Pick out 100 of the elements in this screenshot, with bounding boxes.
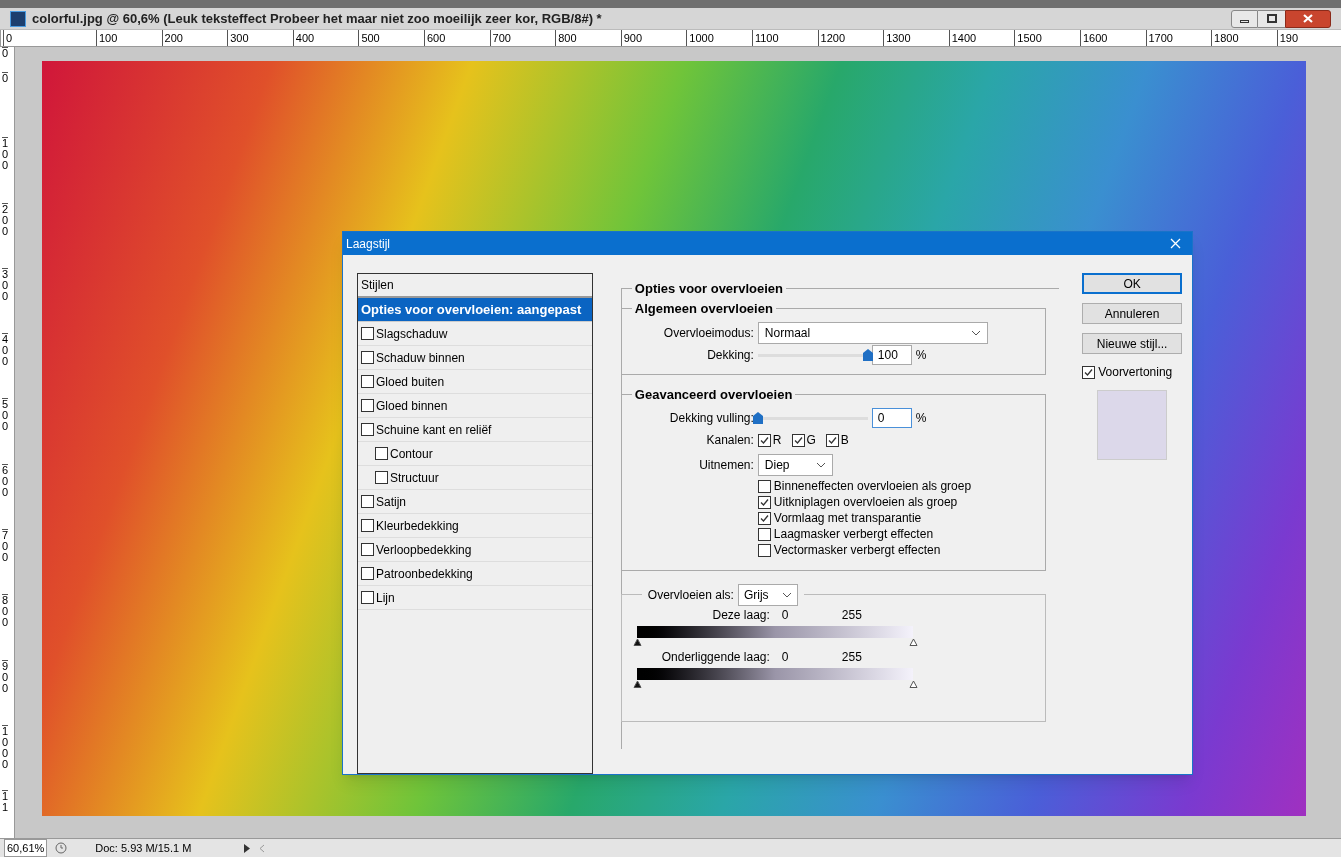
range-label: Deze laag: — [711, 606, 771, 624]
ruler-label: 100 — [2, 137, 9, 203]
ruler-label: 200 — [161, 30, 228, 46]
ruler-label: 700 — [489, 30, 556, 46]
ruler-label: 600 — [2, 463, 9, 530]
style-list-item[interactable]: Schuine kant en reliëf — [358, 418, 592, 442]
ruler-label: 500 — [358, 30, 424, 46]
checkbox[interactable] — [361, 327, 374, 340]
checkbox[interactable] — [361, 375, 374, 388]
dialog-button[interactable]: Nieuwe stijl... — [1082, 333, 1182, 354]
checkbox[interactable] — [757, 511, 771, 525]
checkbox[interactable] — [757, 495, 771, 509]
ruler-label: 200 — [2, 202, 9, 268]
checkbox[interactable] — [375, 471, 388, 484]
unit-label: % — [915, 347, 927, 364]
style-list-item[interactable]: Gloed binnen — [358, 394, 592, 418]
ruler-label: 1600 — [1079, 30, 1146, 46]
range-high-value: 255 — [841, 648, 862, 666]
checkbox[interactable] — [825, 433, 839, 447]
close-button[interactable] — [1285, 9, 1331, 28]
range-thumb[interactable] — [908, 637, 918, 646]
ruler-label: 400 — [2, 333, 9, 399]
knockout-dropdown[interactable]: Diep — [757, 454, 833, 476]
ruler-label: 1700 — [1145, 30, 1212, 46]
checkbox[interactable] — [361, 567, 374, 580]
checkbox[interactable] — [361, 495, 374, 508]
ruler-label: 800 — [2, 594, 9, 660]
range-thumb[interactable] — [908, 679, 918, 688]
unit-label: % — [915, 410, 927, 427]
close-icon[interactable] — [1170, 238, 1181, 249]
ruler-label: 1500 — [1014, 30, 1080, 46]
channel-label: G — [806, 432, 816, 449]
field-label: Overvloeien als: — [647, 586, 734, 604]
dialog-button[interactable]: OK — [1082, 273, 1182, 294]
style-list-item[interactable]: Patroonbedekking — [358, 562, 592, 586]
style-list-item[interactable]: Opties voor overvloeien: aangepast — [358, 298, 592, 322]
document-size: Doc: 5.93 M/15.1 M — [95, 840, 193, 856]
chevron-down-icon — [970, 330, 981, 336]
style-list-item[interactable]: Slagschaduw — [358, 322, 592, 346]
checkbox[interactable] — [361, 519, 374, 532]
style-list-item[interactable]: Gloed buiten — [358, 370, 592, 394]
range-thumb[interactable] — [632, 679, 642, 688]
maximize-button[interactable] — [1258, 9, 1285, 28]
ruler-label: 500 — [2, 398, 9, 464]
ruler-label: 190 — [1276, 30, 1341, 46]
dialog-title: Laagstijl — [346, 235, 391, 253]
checkbox[interactable] — [791, 433, 805, 447]
ruler-label: 0 — [3, 30, 96, 46]
blend-if-dropdown[interactable]: Grijs — [737, 583, 798, 606]
checkbox[interactable] — [361, 591, 374, 604]
ruler-label: 300 — [227, 30, 293, 46]
checkbox[interactable] — [361, 543, 374, 556]
style-list-item[interactable]: Structuur — [358, 466, 592, 490]
group-title: Geavanceerd overvloeien — [633, 385, 794, 404]
preview-label: Voorvertoning — [1098, 364, 1173, 381]
checkbox[interactable] — [361, 399, 374, 412]
option-label: Vectormasker verbergt effecten — [773, 542, 941, 559]
range-low-value: 0 — [780, 648, 790, 666]
blend-mode-dropdown[interactable]: Normaal — [757, 322, 988, 344]
checkbox[interactable] — [361, 423, 374, 436]
field-label: Dekking: — [706, 347, 754, 364]
preview-swatch — [1097, 390, 1168, 460]
ruler-label: 1300 — [883, 30, 949, 46]
style-list-item[interactable]: Schaduw binnen — [358, 346, 592, 370]
play-icon[interactable] — [243, 843, 252, 853]
range-label: Onderliggende laag: — [660, 648, 771, 666]
checkbox[interactable] — [1082, 365, 1096, 379]
style-list-item[interactable]: Satijn — [358, 490, 592, 514]
field-label: Uitnemen: — [698, 457, 754, 474]
ruler-label: 0 — [2, 47, 9, 72]
checkbox[interactable] — [757, 527, 771, 541]
option-label: Uitkniplagen overvloeien als groep — [773, 494, 958, 511]
slider-thumb[interactable] — [862, 349, 873, 361]
dialog-button[interactable]: Annuleren — [1082, 303, 1182, 324]
ruler-label: 300 — [2, 267, 9, 334]
minimize-button[interactable] — [1231, 9, 1258, 28]
group-title: Opties voor overvloeien — [633, 280, 784, 298]
range-low-value: 0 — [780, 606, 790, 624]
range-thumb[interactable] — [632, 637, 642, 646]
checkbox[interactable] — [757, 479, 771, 493]
field-label: Overvloeimodus: — [662, 325, 754, 342]
clock-icon[interactable] — [55, 842, 68, 854]
option-label: Binneneffecten overvloeien als groep — [773, 478, 972, 495]
opacity-input[interactable]: 100 — [871, 345, 912, 365]
checkbox[interactable] — [757, 543, 771, 557]
window-title: colorful.jpg @ 60,6% (Leuk teksteffect Probeer het maar niet zoo moeilijk zeer kor, RGB/8#) * — [32, 9, 602, 28]
fill-opacity-input[interactable]: 0 — [871, 408, 912, 428]
range-high-value: 255 — [841, 606, 862, 624]
slider-thumb[interactable] — [752, 412, 763, 424]
ruler-label: 0 — [2, 72, 9, 138]
style-list-item[interactable]: Contour — [358, 442, 592, 466]
style-list-item[interactable]: Kleurbedekking — [358, 514, 592, 538]
checkbox[interactable] — [361, 351, 374, 364]
style-list-item[interactable]: Lijn — [358, 586, 592, 610]
zoom-level: 60,61% — [4, 838, 48, 857]
style-list-item[interactable]: Verloopbedekking — [358, 538, 592, 562]
group-title: Algemeen overvloeien — [633, 299, 774, 318]
ruler-label: 1100 — [751, 30, 818, 46]
checkbox[interactable] — [375, 447, 388, 460]
checkbox[interactable] — [757, 433, 771, 447]
